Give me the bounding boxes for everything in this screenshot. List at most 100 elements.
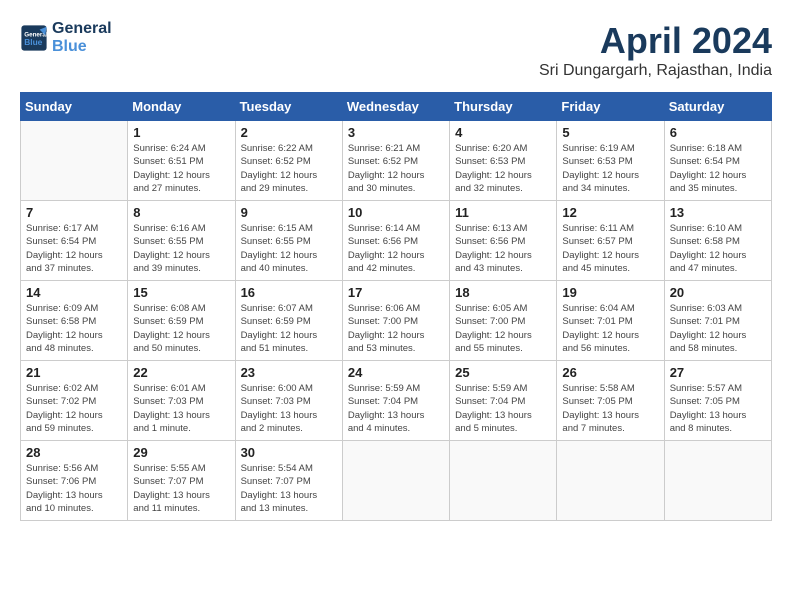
day-cell: 3Sunrise: 6:21 AM Sunset: 6:52 PM Daylig… — [342, 121, 449, 201]
day-number: 26 — [562, 365, 658, 380]
day-cell: 2 Sunrise: 6:22 AM Sunset: 6:52 PM Daylig… — [235, 121, 342, 201]
day-number: 14 — [26, 285, 122, 300]
logo-general: General — [52, 20, 112, 38]
day-detail: Sunrise: 6:07 AM Sunset: 6:59 PM Dayligh… — [241, 302, 337, 355]
day-number: 2 — [241, 125, 337, 140]
day-number: 28 — [26, 445, 122, 460]
header-cell-monday: Monday — [128, 93, 235, 121]
day-detail: Sunrise: 5:58 AM Sunset: 7:05 PM Dayligh… — [562, 382, 658, 435]
day-number: 13 — [670, 205, 766, 220]
day-detail: Sunrise: 5:57 AM Sunset: 7:05 PM Dayligh… — [670, 382, 766, 435]
day-number: 9 — [241, 205, 337, 220]
header-cell-tuesday: Tuesday — [235, 93, 342, 121]
day-number: 18 — [455, 285, 551, 300]
day-cell: 17 Sunrise: 6:06 AM Sunset: 7:00 PM Dayli… — [342, 281, 449, 361]
day-detail: Sunrise: 5:54 AM Sunset: 7:07 PM Dayligh… — [241, 462, 337, 515]
day-detail: Sunrise: 6:19 AM Sunset: 6:53 PM Dayligh… — [562, 142, 658, 195]
day-cell: 18 Sunrise: 6:05 AM Sunset: 7:00 PM Dayli… — [450, 281, 557, 361]
day-number: 10 — [348, 205, 444, 220]
day-number: 7 — [26, 205, 122, 220]
day-cell: 9 Sunrise: 6:15 AM Sunset: 6:55 PM Daylig… — [235, 201, 342, 281]
week-row-4: 21Sunrise: 6:02 AM Sunset: 7:02 PM Dayli… — [21, 361, 772, 441]
day-cell: 16 Sunrise: 6:07 AM Sunset: 6:59 PM Dayli… — [235, 281, 342, 361]
day-cell: 12Sunrise: 6:11 AM Sunset: 6:57 PM Dayli… — [557, 201, 664, 281]
day-number: 24 — [348, 365, 444, 380]
header-cell-saturday: Saturday — [664, 93, 771, 121]
day-detail: Sunrise: 6:17 AM Sunset: 6:54 PM Dayligh… — [26, 222, 122, 275]
day-detail: Sunrise: 6:15 AM Sunset: 6:55 PM Dayligh… — [241, 222, 337, 275]
day-detail: Sunrise: 6:03 AM Sunset: 7:01 PM Dayligh… — [670, 302, 766, 355]
day-detail: Sunrise: 6:08 AM Sunset: 6:59 PM Dayligh… — [133, 302, 229, 355]
day-cell: 1Sunrise: 6:24 AM Sunset: 6:51 PM Daylig… — [128, 121, 235, 201]
day-detail: Sunrise: 6:20 AM Sunset: 6:53 PM Dayligh… — [455, 142, 551, 195]
day-cell: 28 Sunrise: 5:56 AM Sunset: 7:06 PM Dayli… — [21, 441, 128, 521]
day-cell — [557, 441, 664, 521]
day-number: 8 — [133, 205, 229, 220]
day-cell: 29Sunrise: 5:55 AM Sunset: 7:07 PM Dayli… — [128, 441, 235, 521]
day-detail: Sunrise: 6:00 AM Sunset: 7:03 PM Dayligh… — [241, 382, 337, 435]
day-cell: 13 Sunrise: 6:10 AM Sunset: 6:58 PM Dayli… — [664, 201, 771, 281]
day-cell: 27Sunrise: 5:57 AM Sunset: 7:05 PM Dayli… — [664, 361, 771, 441]
day-cell: 4 Sunrise: 6:20 AM Sunset: 6:53 PM Daylig… — [450, 121, 557, 201]
day-number: 20 — [670, 285, 766, 300]
day-cell: 24 Sunrise: 5:59 AM Sunset: 7:04 PM Dayli… — [342, 361, 449, 441]
day-detail: Sunrise: 6:04 AM Sunset: 7:01 PM Dayligh… — [562, 302, 658, 355]
day-number: 23 — [241, 365, 337, 380]
day-number: 17 — [348, 285, 444, 300]
header-cell-friday: Friday — [557, 93, 664, 121]
day-detail: Sunrise: 6:13 AM Sunset: 6:56 PM Dayligh… — [455, 222, 551, 275]
day-detail: Sunrise: 6:16 AM Sunset: 6:55 PM Dayligh… — [133, 222, 229, 275]
day-number: 19 — [562, 285, 658, 300]
day-number: 29 — [133, 445, 229, 460]
day-detail: Sunrise: 6:18 AM Sunset: 6:54 PM Dayligh… — [670, 142, 766, 195]
day-detail: Sunrise: 5:56 AM Sunset: 7:06 PM Dayligh… — [26, 462, 122, 515]
day-cell: 6 Sunrise: 6:18 AM Sunset: 6:54 PM Daylig… — [664, 121, 771, 201]
day-cell: 19 Sunrise: 6:04 AM Sunset: 7:01 PM Dayli… — [557, 281, 664, 361]
header-row: SundayMondayTuesdayWednesdayThursdayFrid… — [21, 93, 772, 121]
day-number: 30 — [241, 445, 337, 460]
day-number: 1 — [133, 125, 229, 140]
calendar-table: SundayMondayTuesdayWednesdayThursdayFrid… — [20, 92, 772, 521]
day-cell — [664, 441, 771, 521]
day-detail: Sunrise: 6:14 AM Sunset: 6:56 PM Dayligh… — [348, 222, 444, 275]
logo-icon: General Blue — [20, 24, 48, 52]
day-detail: Sunrise: 5:59 AM Sunset: 7:04 PM Dayligh… — [455, 382, 551, 435]
day-detail: Sunrise: 6:06 AM Sunset: 7:00 PM Dayligh… — [348, 302, 444, 355]
day-number: 11 — [455, 205, 551, 220]
day-cell: 26 Sunrise: 5:58 AM Sunset: 7:05 PM Dayli… — [557, 361, 664, 441]
day-detail: Sunrise: 6:22 AM Sunset: 6:52 PM Dayligh… — [241, 142, 337, 195]
subtitle: Sri Dungargarh, Rajasthan, India — [539, 62, 772, 80]
day-number: 5 — [562, 125, 658, 140]
week-row-1: 1Sunrise: 6:24 AM Sunset: 6:51 PM Daylig… — [21, 121, 772, 201]
day-detail: Sunrise: 6:10 AM Sunset: 6:58 PM Dayligh… — [670, 222, 766, 275]
day-cell: 8 Sunrise: 6:16 AM Sunset: 6:55 PM Daylig… — [128, 201, 235, 281]
header-cell-sunday: Sunday — [21, 93, 128, 121]
day-number: 4 — [455, 125, 551, 140]
day-cell: 20 Sunrise: 6:03 AM Sunset: 7:01 PM Dayli… — [664, 281, 771, 361]
day-cell: 11 Sunrise: 6:13 AM Sunset: 6:56 PM Dayli… — [450, 201, 557, 281]
day-cell: 7 Sunrise: 6:17 AM Sunset: 6:54 PM Daylig… — [21, 201, 128, 281]
week-row-5: 28 Sunrise: 5:56 AM Sunset: 7:06 PM Dayli… — [21, 441, 772, 521]
day-cell — [450, 441, 557, 521]
day-detail: Sunrise: 6:11 AM Sunset: 6:57 PM Dayligh… — [562, 222, 658, 275]
week-row-3: 14 Sunrise: 6:09 AM Sunset: 6:58 PM Dayli… — [21, 281, 772, 361]
day-cell: 25Sunrise: 5:59 AM Sunset: 7:04 PM Dayli… — [450, 361, 557, 441]
day-detail: Sunrise: 6:09 AM Sunset: 6:58 PM Dayligh… — [26, 302, 122, 355]
day-cell: 21Sunrise: 6:02 AM Sunset: 7:02 PM Dayli… — [21, 361, 128, 441]
day-cell: 14 Sunrise: 6:09 AM Sunset: 6:58 PM Dayli… — [21, 281, 128, 361]
day-cell: 22Sunrise: 6:01 AM Sunset: 7:03 PM Dayli… — [128, 361, 235, 441]
day-number: 6 — [670, 125, 766, 140]
day-detail: Sunrise: 5:59 AM Sunset: 7:04 PM Dayligh… — [348, 382, 444, 435]
svg-text:Blue: Blue — [24, 37, 42, 47]
day-cell: 5 Sunrise: 6:19 AM Sunset: 6:53 PM Daylig… — [557, 121, 664, 201]
header-cell-thursday: Thursday — [450, 93, 557, 121]
day-detail: Sunrise: 6:21 AM Sunset: 6:52 PM Dayligh… — [348, 142, 444, 195]
day-detail: Sunrise: 6:01 AM Sunset: 7:03 PM Dayligh… — [133, 382, 229, 435]
week-row-2: 7 Sunrise: 6:17 AM Sunset: 6:54 PM Daylig… — [21, 201, 772, 281]
logo: General Blue General Blue — [20, 20, 112, 56]
day-number: 15 — [133, 285, 229, 300]
day-cell — [342, 441, 449, 521]
title-section: April 2024 Sri Dungargarh, Rajasthan, In… — [539, 20, 772, 80]
day-number: 16 — [241, 285, 337, 300]
day-detail: Sunrise: 6:05 AM Sunset: 7:00 PM Dayligh… — [455, 302, 551, 355]
